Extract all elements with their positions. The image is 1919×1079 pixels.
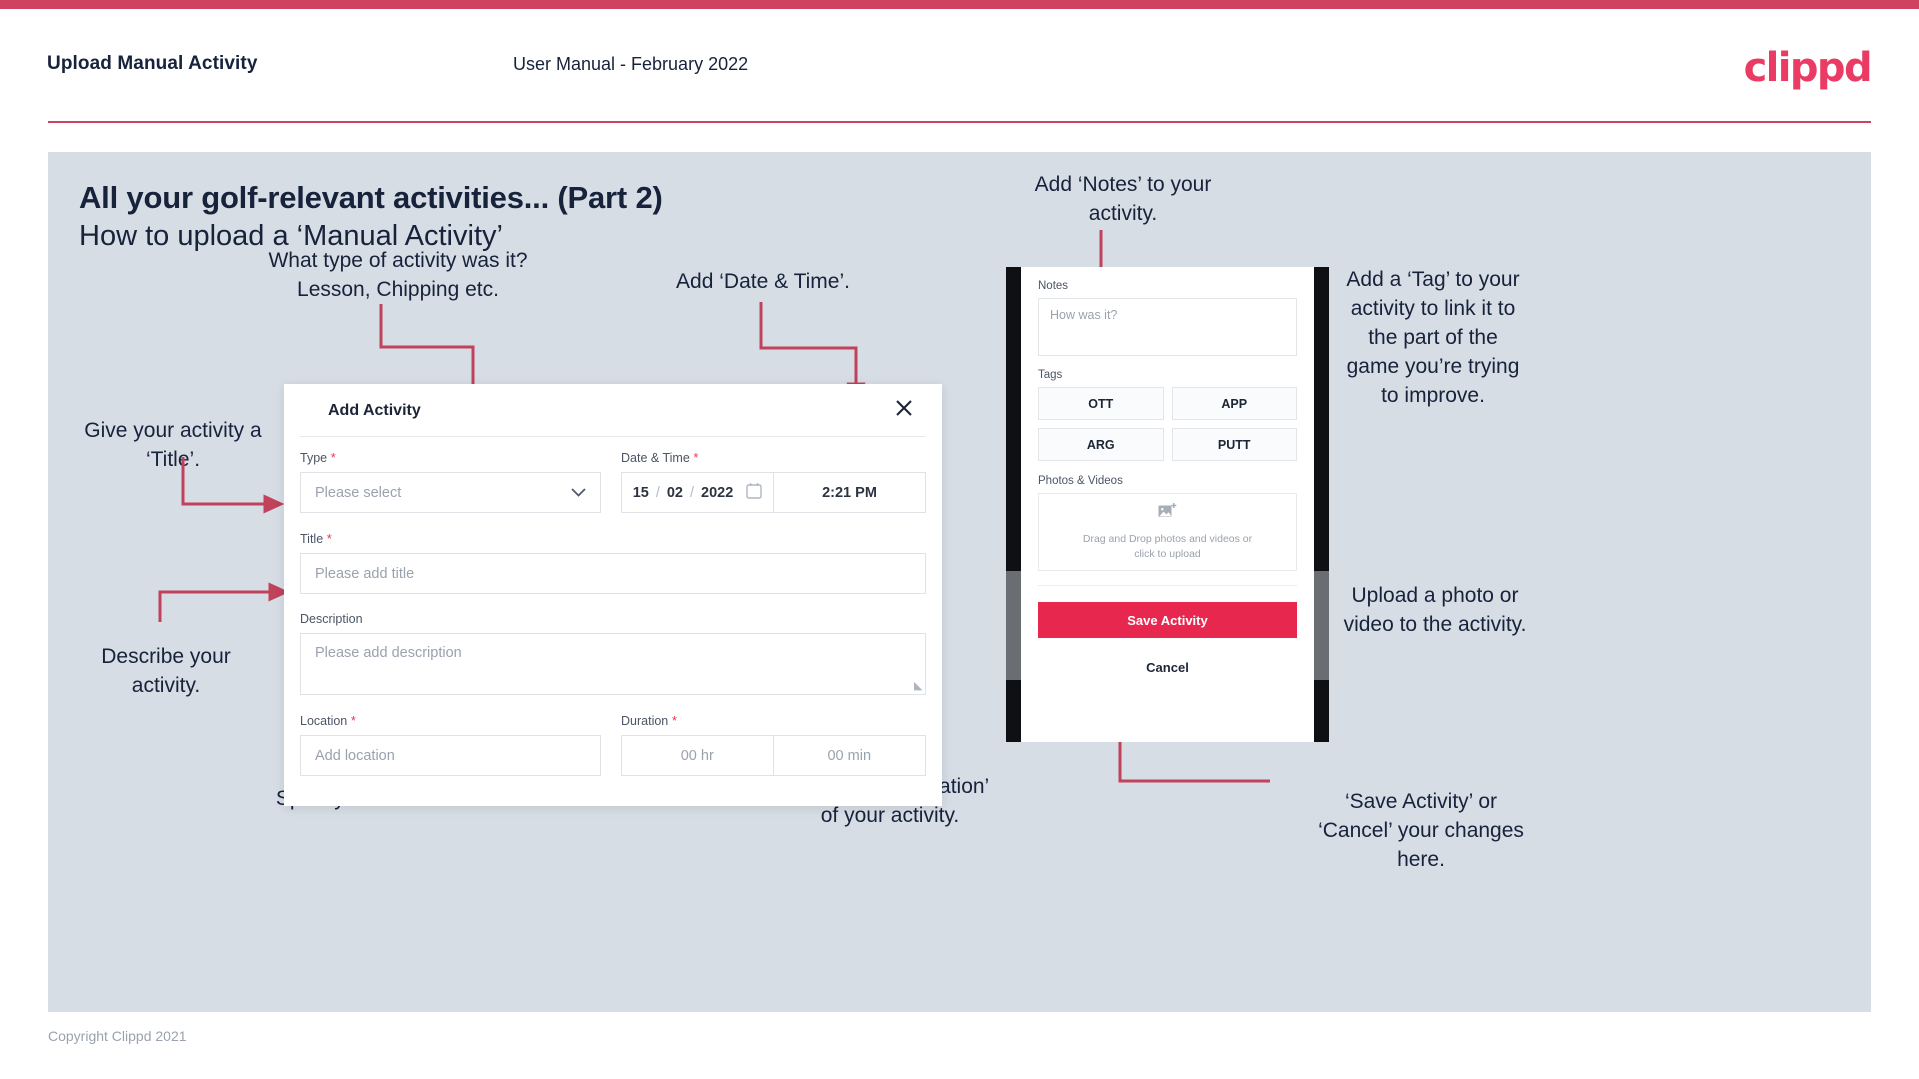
description-placeholder: Please add description (315, 645, 462, 661)
add-activity-dialog: Add Activity Type * Please select Date &… (284, 384, 942, 806)
dialog-header: Add Activity (284, 384, 942, 436)
field-datetime: Date & Time * 15 / 02 / 2022 2:21 PM (621, 450, 926, 513)
phone-bezel-accent-right (1314, 571, 1329, 680)
annotation-title: Give your activity a ‘Title’. (84, 419, 262, 471)
tag-button-arg[interactable]: ARG (1038, 428, 1164, 461)
required-marker: * (323, 531, 332, 546)
save-activity-button[interactable]: Save Activity (1038, 602, 1297, 638)
annotation-datetime: Add ‘Date & Time’. (676, 270, 850, 293)
date-input[interactable]: 15 / 02 / 2022 (621, 472, 774, 513)
top-accent-bar (0, 0, 1919, 9)
activity-form: Type * Please select Date & Time * 15 / … (300, 450, 926, 794)
field-duration: Duration * 00 hr 00 min (621, 713, 926, 776)
tags-grid: OTT APP ARG PUTT (1038, 387, 1297, 461)
title-input[interactable]: Please add title (300, 553, 926, 594)
page-subtitle: User Manual - February 2022 (513, 54, 749, 74)
phone-bezel-right (1314, 267, 1329, 742)
field-description: Description Please add description ◢ (300, 612, 926, 695)
chevron-down-icon (571, 485, 586, 501)
annotation-tags: Add a ‘Tag’ to your activity to link it … (1346, 268, 1520, 407)
header-divider (48, 121, 1871, 123)
label-title-text: Title (300, 532, 324, 546)
field-title: Title * Please add title (300, 531, 926, 594)
duration-hours-input[interactable]: 00 hr (621, 735, 774, 776)
duration-minutes-input[interactable]: 00 min (773, 735, 926, 776)
location-input[interactable]: Add location (300, 735, 601, 776)
page-title: Upload Manual Activity (47, 53, 258, 74)
tag-button-ott[interactable]: OTT (1038, 387, 1164, 420)
date-year: 2022 (701, 484, 734, 501)
label-type: Type * (300, 450, 601, 465)
add-image-icon (1158, 502, 1177, 525)
phone-divider (1038, 585, 1297, 586)
time-input[interactable]: 2:21 PM (774, 472, 926, 513)
duration-group: 00 hr 00 min (621, 735, 926, 776)
date-day: 15 (632, 484, 649, 501)
tag-button-putt[interactable]: PUTT (1171, 428, 1297, 461)
field-type: Type * Please select (300, 450, 601, 513)
phone-bezel-left (1006, 267, 1021, 742)
label-location-text: Location (300, 714, 348, 728)
phone-screen: Notes How was it? Tags OTT APP ARG PUTT … (1021, 267, 1314, 742)
required-marker: * (689, 450, 699, 465)
calendar-icon[interactable] (746, 482, 762, 503)
page-header: Upload Manual Activity User Manual - Feb… (0, 9, 1919, 125)
phone-mockup: Notes How was it? Tags OTT APP ARG PUTT … (1006, 267, 1329, 742)
datetime-group: 15 / 02 / 2022 2:21 PM (621, 472, 926, 513)
dialog-divider (300, 436, 926, 437)
tags-label: Tags (1038, 369, 1063, 381)
type-select[interactable]: Please select (300, 472, 601, 513)
dialog-title: Add Activity (328, 402, 421, 419)
label-duration: Duration * (621, 713, 926, 728)
label-location: Location * (300, 713, 601, 728)
resize-handle[interactable]: ◢ (914, 679, 922, 692)
date-month: 02 (666, 484, 683, 501)
dropzone-text: Drag and Drop photos and videos or click… (1082, 532, 1253, 560)
description-textarea[interactable]: Please add description ◢ (300, 633, 926, 695)
type-select-placeholder: Please select (315, 484, 402, 501)
label-datetime: Date & Time * (621, 450, 926, 465)
required-marker: * (347, 713, 356, 728)
footer-copyright: Copyright Clippd 2021 (48, 1028, 187, 1044)
label-description: Description (300, 612, 363, 626)
notes-textarea[interactable]: How was it? (1038, 298, 1297, 356)
annotation-description: Describe your activity. (101, 645, 231, 697)
close-icon[interactable] (888, 392, 920, 424)
label-duration-text: Duration (621, 714, 669, 728)
notes-label: Notes (1038, 280, 1069, 292)
annotation-type: What type of activity was it? Lesson, Ch… (268, 249, 528, 301)
annotation-notes: Add ‘Notes’ to your activity. (1034, 173, 1212, 225)
photos-videos-label: Photos & Videos (1038, 475, 1123, 487)
label-title: Title * (300, 531, 926, 546)
date-separator-1: / (655, 484, 660, 501)
cancel-button[interactable]: Cancel (1038, 660, 1297, 675)
form-row-type-datetime: Type * Please select Date & Time * 15 / … (300, 450, 926, 513)
phone-bezel-accent-left (1006, 571, 1021, 680)
date-separator-2: / (690, 484, 695, 501)
slide-panel: All your golf-relevant activities... (Pa… (48, 152, 1871, 1012)
annotation-save: ‘Save Activity’ or ‘Cancel’ your changes… (1318, 790, 1524, 871)
required-marker: * (668, 713, 677, 728)
label-type-text: Type (300, 451, 328, 465)
tag-button-app[interactable]: APP (1171, 387, 1297, 420)
required-marker: * (327, 450, 336, 465)
slide-heading: All your golf-relevant activities... (Pa… (79, 180, 663, 215)
label-datetime-text: Date & Time (621, 451, 690, 465)
clippd-logo: clippd (1743, 45, 1873, 91)
form-row-location-duration: Location * Add location Duration * 00 hr… (300, 713, 926, 776)
photo-upload-dropzone[interactable]: Drag and Drop photos and videos or click… (1038, 493, 1297, 571)
field-location: Location * Add location (300, 713, 601, 776)
annotation-upload: Upload a photo or video to the activity. (1343, 584, 1527, 636)
